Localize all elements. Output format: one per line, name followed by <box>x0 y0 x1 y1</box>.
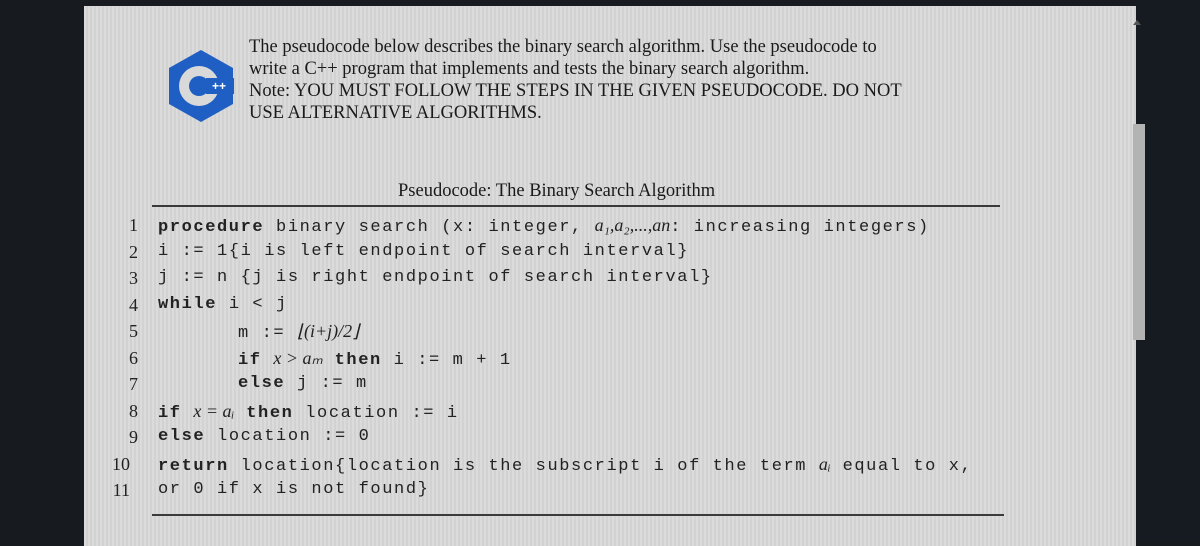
intro-line: Note: YOU MUST FOLLOW THE STEPS IN THE G… <box>249 81 902 101</box>
code-segment: or 0 if x is not found} <box>158 480 430 499</box>
keyword: else <box>238 374 286 393</box>
code-segment: i := 1{i is left endpoint of search inte… <box>158 241 690 261</box>
code-text: if x = aᵢ then location := i <box>158 398 459 427</box>
code-segment: location{location is the subscript i of … <box>228 456 819 476</box>
line-number: 6 <box>129 347 138 368</box>
code-text: i := 1{i is left endpoint of search inte… <box>158 239 689 265</box>
line-number: 5 <box>129 321 138 341</box>
bottom-rule <box>152 514 1004 516</box>
code-segment: j := m <box>285 374 368 393</box>
line-number: 7 <box>129 374 138 394</box>
code-segment: equal to x, <box>830 456 973 476</box>
math-expression: aᵢ <box>818 453 831 474</box>
intro-line: USE ALTERNATIVE ALGORITHMS. <box>249 103 542 123</box>
code-segment: m := <box>238 324 298 343</box>
line-number: 1 <box>129 215 138 235</box>
code-segment: : increasing integers) <box>670 218 930 237</box>
keyword: while <box>158 294 218 314</box>
cpp-logo-icon: ++ <box>169 50 234 122</box>
svg-text:++: ++ <box>212 79 226 93</box>
code-text: or 0 if x is not found} <box>158 477 429 503</box>
code-text: m := ⌊(i+j)/2⌋ <box>238 318 359 347</box>
code-text: procedure binary search (x: integer, a₁,… <box>158 212 930 241</box>
math-expression: a₁,a₂,...,an <box>594 215 671 235</box>
code-text: return location{location is the subscrip… <box>158 451 972 480</box>
line-number: 4 <box>129 294 138 315</box>
keyword: procedure <box>158 218 265 237</box>
code-tail: equal to x, <box>831 457 973 476</box>
line-number: 2 <box>129 241 138 262</box>
line-number: 11 <box>112 480 130 500</box>
dark-border <box>1136 0 1200 540</box>
scrollbar-thumb[interactable] <box>1133 124 1145 340</box>
code-text: while i < j <box>158 292 288 318</box>
code-tail: : increasing integers) <box>670 218 930 237</box>
keyword: else <box>158 427 206 446</box>
code-tail: then i := m + 1 <box>323 351 512 370</box>
code-segment: location := 0 <box>205 427 371 446</box>
scroll-up-arrow-icon[interactable] <box>1133 20 1141 25</box>
keyword: if <box>158 403 182 423</box>
code-segment: j := n {j is right endpoint of search in… <box>158 268 713 287</box>
keyword: return <box>158 456 229 476</box>
intro-line: write a C++ program that implements and … <box>249 59 810 79</box>
code-text: else j := m <box>238 371 368 397</box>
keyword: then <box>334 350 382 370</box>
keyword: then <box>246 403 294 423</box>
line-number: 3 <box>129 268 138 288</box>
intro-line: The pseudocode below describes the binar… <box>249 37 877 57</box>
code-segment: i := m + 1 <box>381 350 512 370</box>
code-tail: then location := i <box>234 404 458 423</box>
math-expression: x > aₘ <box>273 347 323 368</box>
keyword: if <box>238 350 262 370</box>
top-rule <box>152 205 1000 207</box>
pseudocode-title: Pseudocode: The Binary Search Algorithm <box>398 181 716 201</box>
intro-text: The pseudocode below describes the binar… <box>249 36 902 124</box>
code-text: j := n {j is right endpoint of search in… <box>158 265 713 291</box>
code-segment: location := i <box>293 403 459 423</box>
line-number: 8 <box>129 400 138 421</box>
code-text: if x > aₘ then i := m + 1 <box>238 345 512 374</box>
code-segment: i < j <box>217 294 288 314</box>
math-expression: ⌊(i+j)/2⌋ <box>297 321 360 341</box>
math-expression: x = aᵢ <box>193 400 235 421</box>
code-segment: binary search (x: integer, <box>264 218 595 237</box>
line-number: 9 <box>129 427 138 447</box>
code-text: else location := 0 <box>158 424 370 450</box>
line-number: 10 <box>112 453 130 474</box>
